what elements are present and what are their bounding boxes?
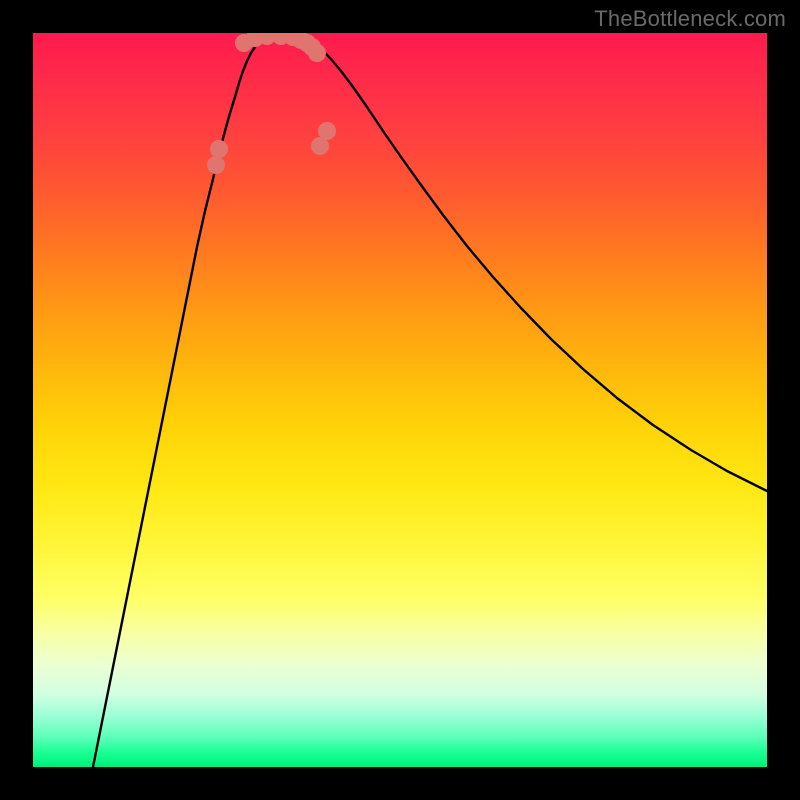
curve-layer bbox=[33, 33, 767, 767]
dot-markers bbox=[207, 33, 336, 174]
chart-frame: TheBottleneck.com bbox=[0, 0, 800, 800]
watermark-text: TheBottleneck.com bbox=[594, 6, 786, 32]
plot-area bbox=[33, 33, 767, 767]
right-branch-line bbox=[279, 34, 767, 492]
left-branch-line bbox=[93, 34, 279, 768]
